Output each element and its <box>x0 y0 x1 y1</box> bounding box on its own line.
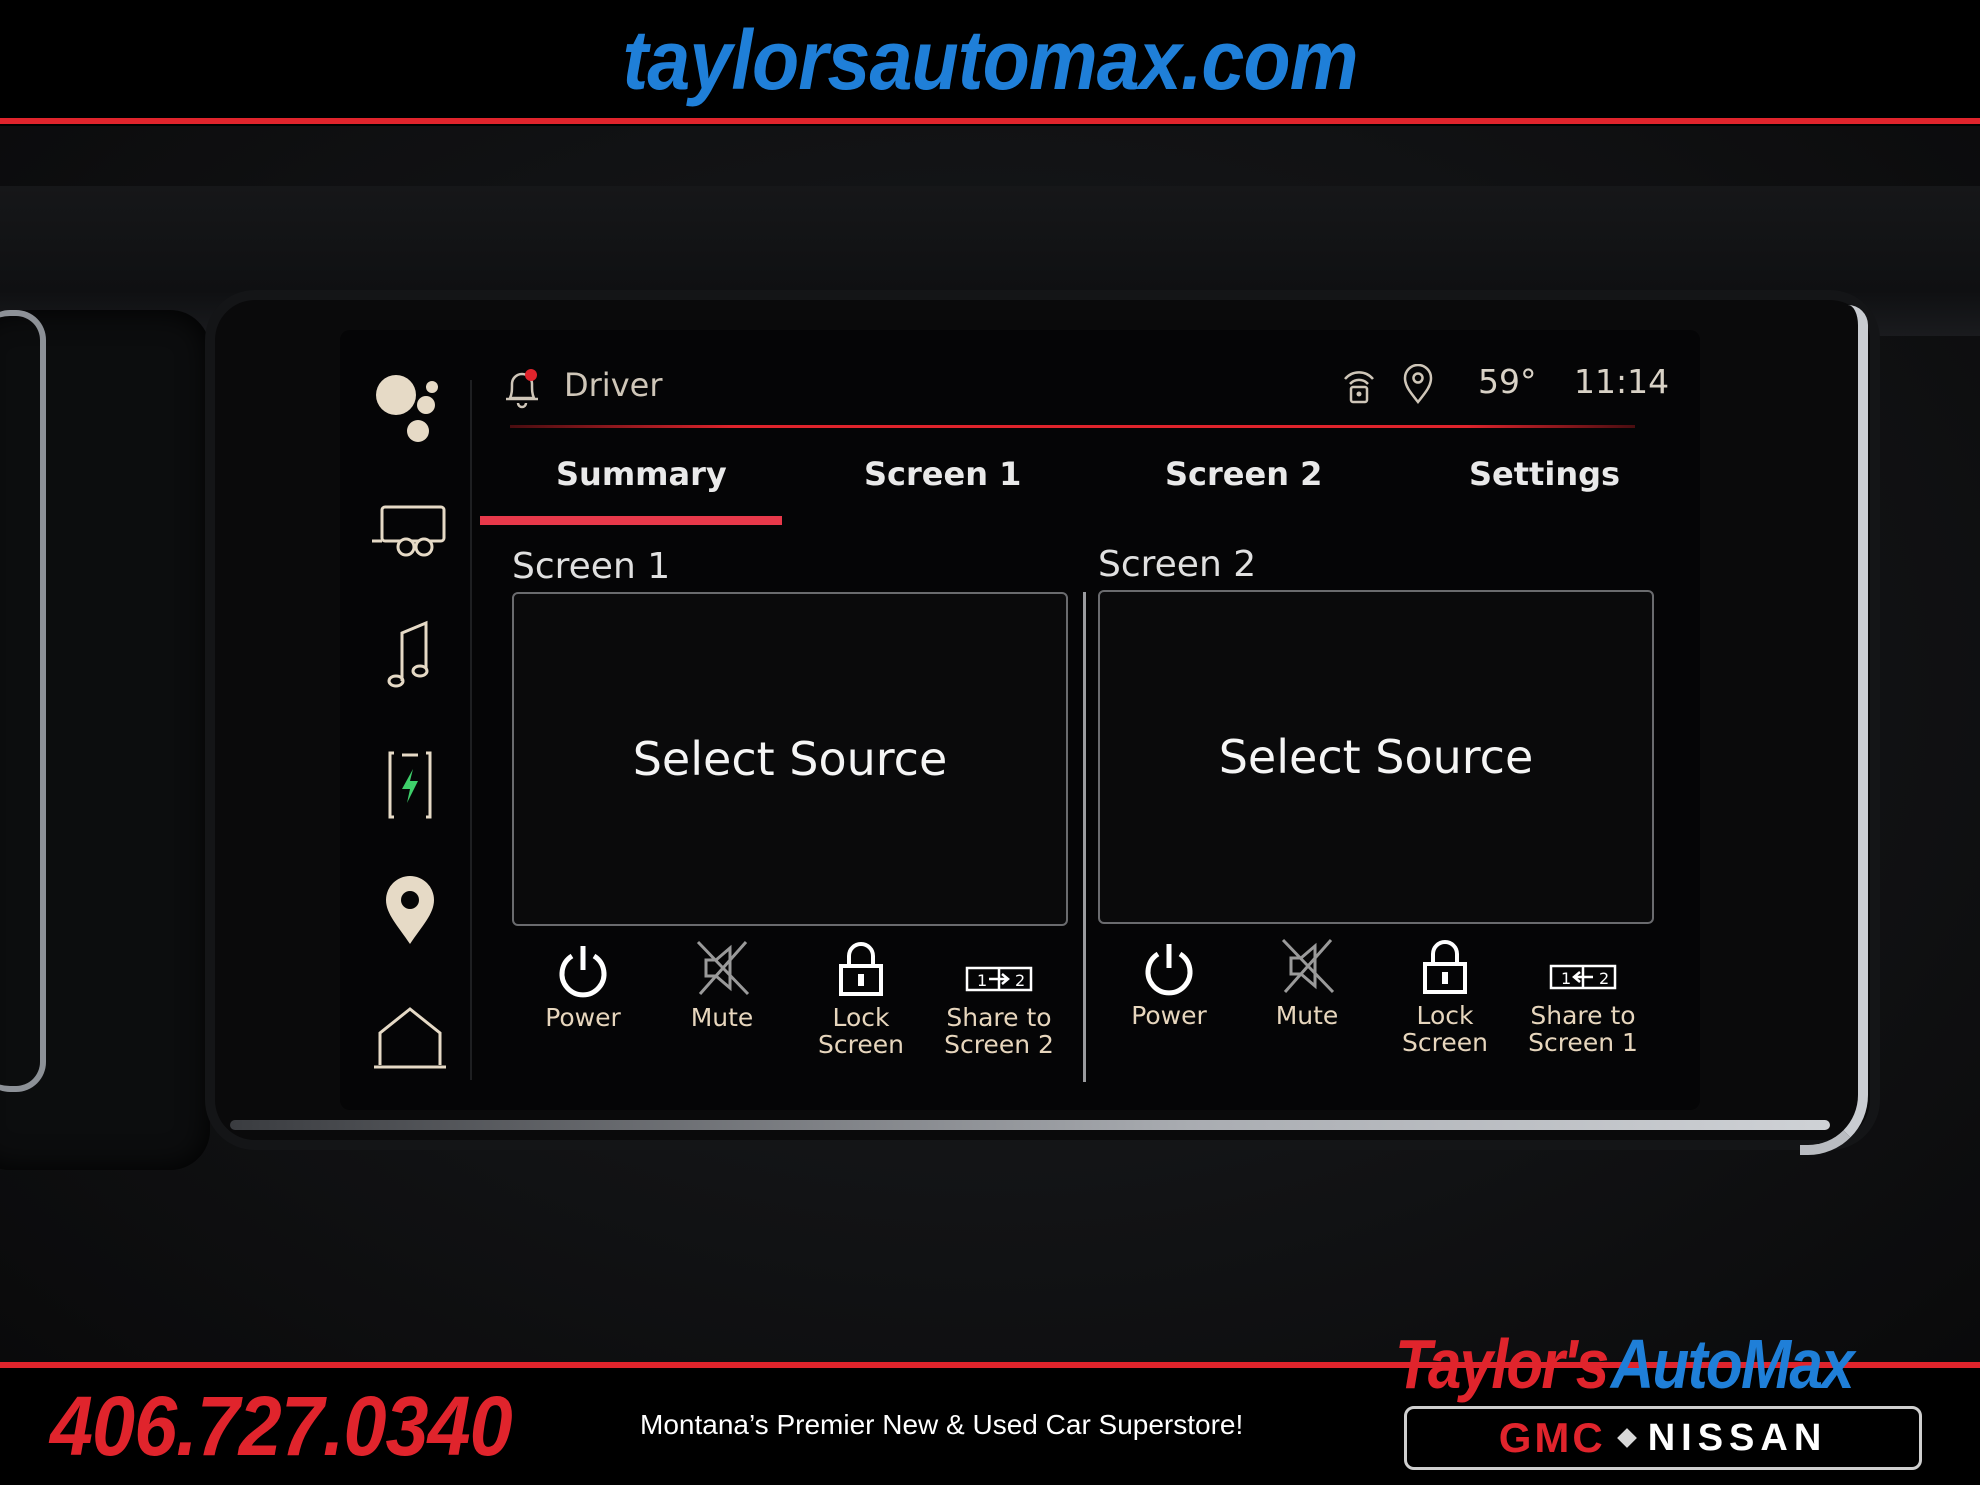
screen-1-share-to-screen-2-button[interactable]: 12 Share to Screen 2 <box>934 938 1064 1058</box>
screen-1-title: Screen 1 <box>512 546 671 587</box>
trailer-icon[interactable] <box>360 485 460 575</box>
dealer-tagline: Montana’s Premier New & Used Car Superst… <box>640 1409 1244 1440</box>
screen-2-select-source: Select Source <box>1218 730 1534 784</box>
location-status-icon <box>1402 363 1434 405</box>
share-label-line-1: Share to <box>946 1003 1052 1032</box>
screen-1-select-source: Select Source <box>632 732 948 786</box>
connectivity-icon <box>1338 363 1380 405</box>
dealer-website-link[interactable]: taylorsautomax.com <box>79 12 1901 109</box>
tab-screen-1[interactable]: Screen 1 <box>864 455 1021 493</box>
header-divider <box>510 425 1635 428</box>
mute-label: Mute <box>1275 1001 1339 1030</box>
power-label: Power <box>1131 1001 1207 1030</box>
screen-2-title: Screen 2 <box>1098 544 1257 585</box>
display-chrome-bottom <box>230 1120 1830 1130</box>
lock-label-line-1: Lock <box>832 1003 890 1032</box>
power-icon <box>518 938 648 998</box>
share-screen-icon: 12 <box>934 938 1064 998</box>
mute-icon <box>657 938 787 998</box>
svg-text:1: 1 <box>977 971 987 990</box>
phone-charging-icon[interactable] <box>360 740 460 830</box>
screen-2-lock-screen-button[interactable]: Lock Screen <box>1380 936 1510 1056</box>
lock-label-line-2: Screen <box>818 1030 904 1059</box>
assistant-icon[interactable] <box>360 360 460 450</box>
location-pin-icon[interactable] <box>360 865 460 955</box>
lock-icon <box>796 938 926 998</box>
diamond-separator-icon <box>1616 1428 1637 1448</box>
screen-1-power-button[interactable]: Power <box>518 938 648 1031</box>
selected-tab-indicator <box>480 516 782 525</box>
power-label: Power <box>545 1003 621 1032</box>
svg-text:2: 2 <box>1015 971 1025 990</box>
clock-time: 11:14 <box>1574 362 1670 401</box>
notification-bell-icon[interactable] <box>502 366 542 410</box>
dealer-logo: Taylor's AutoMax <box>1395 1324 1855 1404</box>
gmc-logo: GMC <box>1498 1414 1606 1461</box>
svg-text:1: 1 <box>1561 969 1571 988</box>
top-red-line <box>0 118 1980 124</box>
share-label-line-1: Share to <box>1530 1001 1636 1030</box>
svg-text:2: 2 <box>1599 969 1609 988</box>
screens-divider <box>1083 592 1086 1082</box>
vent-chrome-trim <box>0 310 46 1092</box>
screen-2-share-to-screen-1-button[interactable]: 12 Share to Screen 1 <box>1518 936 1648 1056</box>
mute-icon <box>1242 936 1372 996</box>
screen-2-power-button[interactable]: Power <box>1104 936 1234 1029</box>
screen-1-lock-screen-button[interactable]: Lock Screen <box>796 938 926 1058</box>
nissan-logo: NISSAN <box>1647 1416 1828 1459</box>
dealer-logo-part-1: Taylor's <box>1395 1325 1609 1403</box>
tab-screen-2[interactable]: Screen 2 <box>1165 455 1322 493</box>
screen-2-mute-button[interactable]: Mute <box>1242 936 1372 1029</box>
dealer-phone-number[interactable]: 406.727.0340 <box>50 1378 513 1475</box>
brand-logos-box: GMC NISSAN <box>1404 1406 1922 1470</box>
lock-icon <box>1380 936 1510 996</box>
tab-summary[interactable]: Summary <box>556 455 727 493</box>
screen-1-mute-button[interactable]: Mute <box>657 938 787 1031</box>
music-note-icon[interactable] <box>360 610 460 700</box>
power-icon <box>1104 936 1234 996</box>
share-label-line-2: Screen 1 <box>1528 1028 1638 1057</box>
mute-label: Mute <box>690 1003 754 1032</box>
share-label-line-2: Screen 2 <box>944 1030 1054 1059</box>
tab-settings[interactable]: Settings <box>1469 455 1620 493</box>
lock-label-line-2: Screen <box>1402 1028 1488 1057</box>
share-screen-icon: 12 <box>1518 936 1648 996</box>
rail-divider <box>470 380 472 1080</box>
screen-1-source-panel[interactable]: Select Source <box>512 592 1068 926</box>
screen-2-source-panel[interactable]: Select Source <box>1098 590 1654 924</box>
outside-temperature: 59° <box>1478 362 1537 401</box>
dealer-logo-part-2: AutoMax <box>1610 1325 1855 1403</box>
display-chrome-trim <box>1800 305 1868 1155</box>
home-icon[interactable] <box>360 990 460 1080</box>
profile-label[interactable]: Driver <box>564 366 662 404</box>
lock-label-line-1: Lock <box>1416 1001 1474 1030</box>
